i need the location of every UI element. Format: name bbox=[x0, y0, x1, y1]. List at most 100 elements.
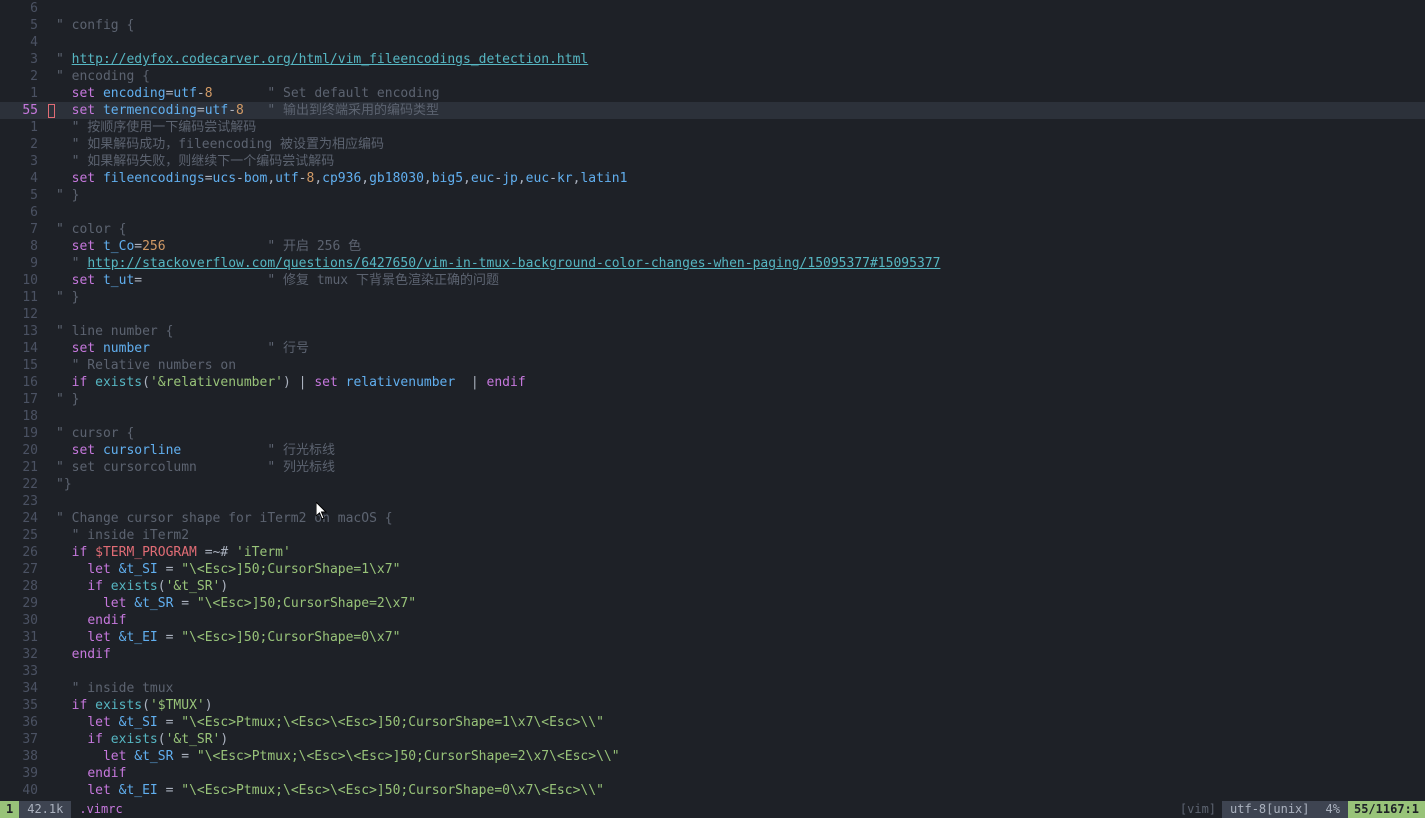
code-line[interactable]: 23 bbox=[0, 493, 1425, 510]
code-content[interactable]: endif bbox=[56, 765, 1425, 782]
code-content[interactable]: let &t_SI = "\<Esc>]50;CursorShape=1\x7" bbox=[56, 561, 1425, 578]
code-line[interactable]: 7" color { bbox=[0, 221, 1425, 238]
editor[interactable]: 65" config {43" http://edyfox.codecarver… bbox=[0, 0, 1425, 818]
code-content[interactable] bbox=[56, 408, 1425, 425]
code-content[interactable]: set t_Co=256 " 开启 256 色 bbox=[56, 238, 1425, 255]
code-content[interactable]: " } bbox=[56, 391, 1425, 408]
code-content[interactable] bbox=[56, 663, 1425, 680]
code-line[interactable]: 22"} bbox=[0, 476, 1425, 493]
code-line[interactable]: 15 " Relative numbers on bbox=[0, 357, 1425, 374]
code-content[interactable]: if exists('&t_SR') bbox=[56, 578, 1425, 595]
code-content[interactable]: "} bbox=[56, 476, 1425, 493]
code-line[interactable]: 25 " inside iTerm2 bbox=[0, 527, 1425, 544]
code-area[interactable]: 65" config {43" http://edyfox.codecarver… bbox=[0, 0, 1425, 818]
code-line[interactable]: 5" config { bbox=[0, 17, 1425, 34]
code-content[interactable]: " Change cursor shape for iTerm2 on macO… bbox=[56, 510, 1425, 527]
code-content[interactable]: " color { bbox=[56, 221, 1425, 238]
code-line[interactable]: 35 if exists('$TMUX') bbox=[0, 697, 1425, 714]
code-line[interactable]: 19 " cursor { bbox=[0, 425, 1425, 442]
code-content[interactable]: " inside tmux bbox=[56, 680, 1425, 697]
code-content[interactable]: if exists('&t_SR') bbox=[56, 731, 1425, 748]
code-line[interactable]: 1 set encoding=utf-8 " Set default encod… bbox=[0, 85, 1425, 102]
code-line[interactable]: 28 if exists('&t_SR') bbox=[0, 578, 1425, 595]
code-line[interactable]: 29 let &t_SR = "\<Esc>]50;CursorShape=2\… bbox=[0, 595, 1425, 612]
code-content[interactable]: " Relative numbers on bbox=[56, 357, 1425, 374]
sign-column bbox=[48, 646, 56, 663]
code-line[interactable]: 6 bbox=[0, 0, 1425, 17]
sign-column bbox=[48, 68, 56, 85]
code-content[interactable]: " set cursorcolumn " 列光标线 bbox=[56, 459, 1425, 476]
code-line[interactable]: 38 let &t_SR = "\<Esc>Ptmux;\<Esc>\<Esc>… bbox=[0, 748, 1425, 765]
code-content[interactable]: let &t_SR = "\<Esc>Ptmux;\<Esc>\<Esc>]50… bbox=[56, 748, 1425, 765]
code-line[interactable]: 9 " http://stackoverflow.com/questions/6… bbox=[0, 255, 1425, 272]
code-content[interactable]: " http://stackoverflow.com/questions/642… bbox=[56, 255, 1425, 272]
code-content[interactable]: let &t_SI = "\<Esc>Ptmux;\<Esc>\<Esc>]50… bbox=[56, 714, 1425, 731]
code-line[interactable]: 8 set t_Co=256 " 开启 256 色 bbox=[0, 238, 1425, 255]
code-line[interactable]: 5" } bbox=[0, 187, 1425, 204]
code-line[interactable]: 6 bbox=[0, 204, 1425, 221]
code-content[interactable]: " 如果解码失败，则继续下一个编码尝试解码 bbox=[56, 153, 1425, 170]
code-content[interactable]: " 如果解码成功，fileencoding 被设置为相应编码 bbox=[56, 136, 1425, 153]
code-content[interactable] bbox=[56, 34, 1425, 51]
code-content[interactable]: endif bbox=[56, 612, 1425, 629]
code-line[interactable]: 2 " 如果解码成功，fileencoding 被设置为相应编码 bbox=[0, 136, 1425, 153]
code-line[interactable]: 21" set cursorcolumn " 列光标线 bbox=[0, 459, 1425, 476]
code-line[interactable]: 40 let &t_EI = "\<Esc>Ptmux;\<Esc>\<Esc>… bbox=[0, 782, 1425, 799]
code-content[interactable]: set t_ut= " 修复 tmux 下背景色渲染正确的问题 bbox=[56, 272, 1425, 289]
code-line[interactable]: 16 if exists('&relativenumber') | set re… bbox=[0, 374, 1425, 391]
code-content[interactable] bbox=[56, 0, 1425, 17]
code-line[interactable]: 2" encoding { bbox=[0, 68, 1425, 85]
code-content[interactable] bbox=[56, 204, 1425, 221]
code-line[interactable]: 11" } bbox=[0, 289, 1425, 306]
code-content[interactable]: " } bbox=[56, 289, 1425, 306]
code-line[interactable]: 39 endif bbox=[0, 765, 1425, 782]
code-content[interactable]: set termencoding=utf-8 " 输出到终端采用的编码类型 bbox=[56, 102, 1425, 119]
code-line[interactable]: 4 set fileencodings=ucs-bom,utf-8,cp936,… bbox=[0, 170, 1425, 187]
code-line[interactable]: 3" http://edyfox.codecarver.org/html/vim… bbox=[0, 51, 1425, 68]
code-content[interactable]: let &t_SR = "\<Esc>]50;CursorShape=2\x7" bbox=[56, 595, 1425, 612]
code-line[interactable]: 27 let &t_SI = "\<Esc>]50;CursorShape=1\… bbox=[0, 561, 1425, 578]
code-line[interactable]: 4 bbox=[0, 34, 1425, 51]
code-line[interactable]: 37 if exists('&t_SR') bbox=[0, 731, 1425, 748]
code-line[interactable]: 10 set t_ut= " 修复 tmux 下背景色渲染正确的问题 bbox=[0, 272, 1425, 289]
code-content[interactable]: " inside iTerm2 bbox=[56, 527, 1425, 544]
code-content[interactable]: " encoding { bbox=[56, 68, 1425, 85]
code-line[interactable]: 33 bbox=[0, 663, 1425, 680]
code-line[interactable]: 1 " 按顺序使用一下编码尝试解码 bbox=[0, 119, 1425, 136]
code-line[interactable]: 12 bbox=[0, 306, 1425, 323]
code-line[interactable]: 30 endif bbox=[0, 612, 1425, 629]
code-line[interactable]: 34 " inside tmux bbox=[0, 680, 1425, 697]
code-content[interactable]: if exists('&relativenumber') | set relat… bbox=[56, 374, 1425, 391]
code-content[interactable]: if $TERM_PROGRAM =~# 'iTerm' bbox=[56, 544, 1425, 561]
code-content[interactable]: set number " 行号 bbox=[56, 340, 1425, 357]
code-content[interactable]: endif bbox=[56, 646, 1425, 663]
code-content[interactable] bbox=[56, 493, 1425, 510]
code-content[interactable]: " 按顺序使用一下编码尝试解码 bbox=[56, 119, 1425, 136]
code-line[interactable]: 18 bbox=[0, 408, 1425, 425]
code-content[interactable]: " } bbox=[56, 187, 1425, 204]
code-content[interactable]: " config { bbox=[56, 17, 1425, 34]
line-number: 19 bbox=[0, 425, 48, 442]
code-content[interactable]: " cursor { bbox=[56, 425, 1425, 442]
code-line[interactable]: 31 let &t_EI = "\<Esc>]50;CursorShape=0\… bbox=[0, 629, 1425, 646]
code-content[interactable]: set cursorline " 行光标线 bbox=[56, 442, 1425, 459]
code-content[interactable]: " http://edyfox.codecarver.org/html/vim_… bbox=[56, 51, 1425, 68]
code-content[interactable]: let &t_EI = "\<Esc>]50;CursorShape=0\x7" bbox=[56, 629, 1425, 646]
code-line[interactable]: 26 if $TERM_PROGRAM =~# 'iTerm' bbox=[0, 544, 1425, 561]
code-line[interactable]: 55 set termencoding=utf-8 " 输出到终端采用的编码类型 bbox=[0, 102, 1425, 119]
code-content[interactable]: let &t_EI = "\<Esc>Ptmux;\<Esc>\<Esc>]50… bbox=[56, 782, 1425, 799]
code-line[interactable]: 20 set cursorline " 行光标线 bbox=[0, 442, 1425, 459]
code-line[interactable]: 14 set number " 行号 bbox=[0, 340, 1425, 357]
code-content[interactable] bbox=[56, 306, 1425, 323]
code-content[interactable]: set fileencodings=ucs-bom,utf-8,cp936,gb… bbox=[56, 170, 1425, 187]
code-content[interactable]: set encoding=utf-8 " Set default encodin… bbox=[56, 85, 1425, 102]
code-line[interactable]: 32 endif bbox=[0, 646, 1425, 663]
code-line[interactable]: 3 " 如果解码失败，则继续下一个编码尝试解码 bbox=[0, 153, 1425, 170]
line-number: 9 bbox=[0, 255, 48, 272]
code-line[interactable]: 24" Change cursor shape for iTerm2 on ma… bbox=[0, 510, 1425, 527]
code-content[interactable]: if exists('$TMUX') bbox=[56, 697, 1425, 714]
code-line[interactable]: 13" line number { bbox=[0, 323, 1425, 340]
code-line[interactable]: 36 let &t_SI = "\<Esc>Ptmux;\<Esc>\<Esc>… bbox=[0, 714, 1425, 731]
code-line[interactable]: 17" } bbox=[0, 391, 1425, 408]
code-content[interactable]: " line number { bbox=[56, 323, 1425, 340]
